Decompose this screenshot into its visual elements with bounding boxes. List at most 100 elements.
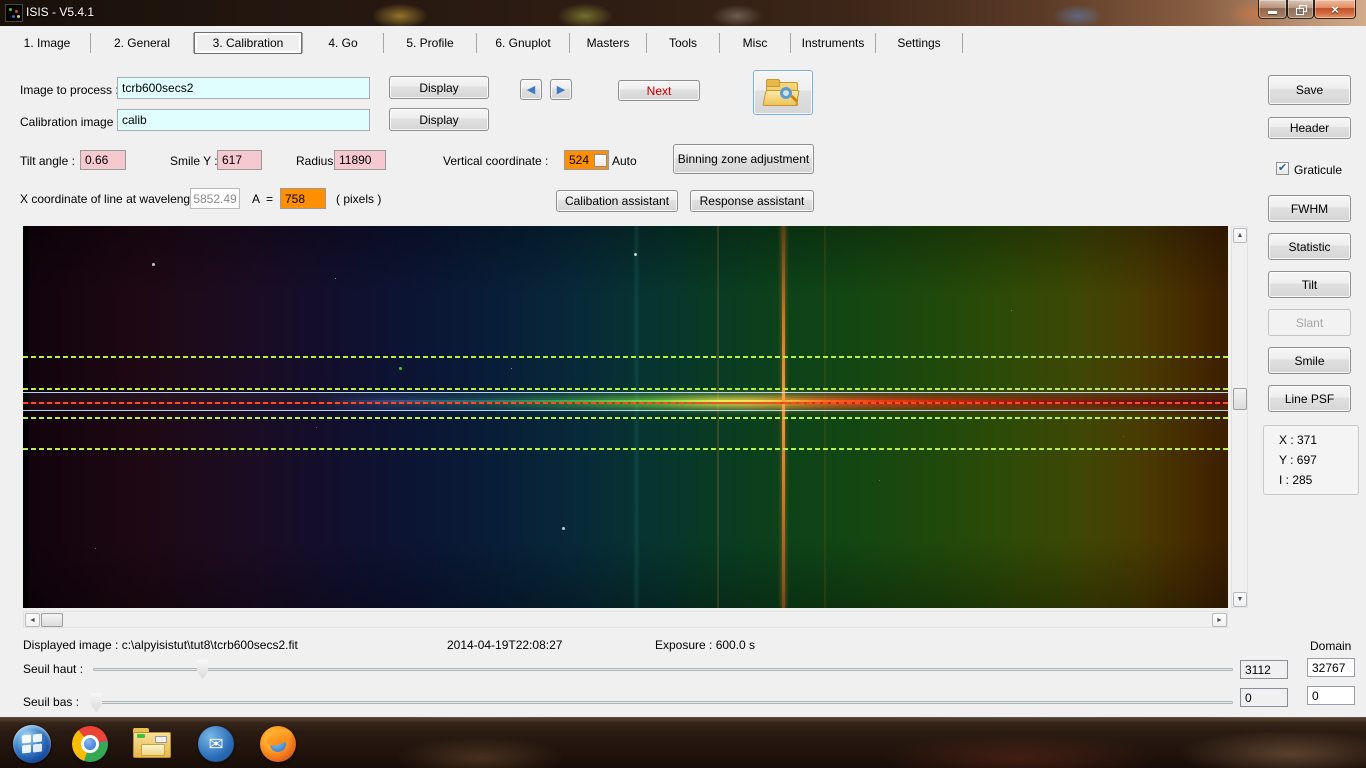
next-button[interactable]: Next	[618, 80, 700, 101]
cursor-readout-panel: X : 371 Y : 697 I : 285	[1263, 425, 1359, 495]
wavelength-value[interactable]: 5852.49	[190, 188, 240, 209]
image-vertical-scrollbar[interactable]: ▲ ▼	[1231, 226, 1248, 608]
auto-checkbox[interactable]	[594, 154, 607, 167]
display-calibration-button[interactable]: Display	[389, 108, 489, 131]
radius-value[interactable]: 11890	[334, 150, 386, 170]
seuil-haut-value: 3112	[1240, 660, 1288, 679]
tilt-button[interactable]: Tilt	[1268, 271, 1351, 298]
chrome-taskbar-icon[interactable]	[70, 724, 110, 764]
display-image-button[interactable]: Display	[389, 76, 489, 99]
graticule-green-line-2	[23, 388, 1228, 390]
domain-max-input[interactable]: 32767	[1307, 658, 1355, 677]
previous-image-button[interactable]: ◀	[520, 79, 542, 100]
next-image-button[interactable]: ▶	[550, 79, 572, 100]
tab-calibration[interactable]: 3. Calibration	[194, 32, 302, 54]
calibration-image-input[interactable]: calib	[117, 109, 370, 131]
seuil-haut-slider-thumb[interactable]	[197, 660, 208, 679]
minimize-button[interactable]	[1258, 0, 1287, 19]
exposure-text: Exposure : 600.0 s	[655, 638, 755, 652]
seuil-bas-label: Seuil bas :	[23, 695, 79, 709]
minimize-icon	[1268, 11, 1277, 14]
image-to-process-label: Image to process :	[20, 83, 119, 97]
binning-zone-adjustment-button[interactable]: Binning zone adjustment	[673, 144, 814, 174]
tab-go[interactable]: 4. Go	[303, 31, 383, 55]
seuil-haut-slider-track[interactable]	[93, 668, 1233, 671]
binning-zone-top-line	[23, 392, 1228, 393]
domain-min-input[interactable]: 0	[1307, 686, 1355, 705]
thunderbird-icon: ✉	[198, 726, 234, 762]
start-button[interactable]	[12, 724, 52, 764]
vertical-scroll-thumb[interactable]	[1233, 388, 1247, 410]
close-icon: ×	[1331, 2, 1339, 17]
tab-settings[interactable]: Settings	[876, 31, 962, 55]
header-button[interactable]: Header	[1268, 117, 1351, 139]
statistic-button[interactable]: Statistic	[1268, 233, 1351, 260]
a-value[interactable]: 758	[280, 188, 326, 209]
arrow-left-icon: ◀	[527, 83, 535, 96]
tab-gnuplot[interactable]: 6. Gnuplot	[477, 31, 569, 55]
firefox-taskbar-icon[interactable]	[258, 724, 298, 764]
close-button[interactable]: ×	[1314, 0, 1356, 19]
window-title: ISIS - V5.4.1	[26, 5, 94, 19]
line-psf-button[interactable]: Line PSF	[1268, 385, 1351, 412]
save-button[interactable]: Save	[1268, 75, 1351, 105]
chrome-icon	[72, 726, 108, 762]
restore-icon	[1296, 5, 1306, 14]
scroll-down-icon: ▼	[1237, 596, 1244, 603]
firefox-icon	[260, 726, 296, 762]
graticule-green-line-1	[23, 356, 1228, 358]
a-equals-label: A =	[252, 192, 273, 206]
scroll-right-button[interactable]: ►	[1212, 613, 1227, 627]
seuil-bas-slider-thumb[interactable]	[91, 693, 102, 712]
arrow-right-icon: ▶	[557, 83, 565, 96]
tab-general[interactable]: 2. General	[91, 31, 193, 55]
tab-misc[interactable]: Misc	[720, 31, 790, 55]
restore-button[interactable]	[1287, 0, 1314, 19]
binning-zone-bottom-line	[23, 410, 1228, 411]
scroll-down-button[interactable]: ▼	[1233, 592, 1247, 607]
smile-y-value[interactable]: 617	[217, 150, 262, 170]
image-to-process-input[interactable]: tcrb600secs2	[117, 77, 370, 99]
seuil-bas-value: 0	[1240, 688, 1288, 707]
scroll-right-icon: ►	[1216, 617, 1223, 624]
seuil-bas-slider-track[interactable]	[93, 701, 1233, 704]
isis-application-window: ISIS - V5.4.1 × 1. Image 2. General 3. C…	[0, 0, 1366, 768]
folder-search-icon	[766, 79, 800, 107]
tab-image[interactable]: 1. Image	[4, 31, 90, 55]
graticule-green-line-3	[23, 417, 1228, 419]
calibration-assistant-button[interactable]: Calibation assistant	[556, 190, 678, 212]
x-coordinate-label: X coordinate of line at wavelength	[20, 192, 200, 206]
folder-icon	[133, 728, 171, 760]
domain-label: Domain	[1310, 639, 1351, 653]
smile-y-label: Smile Y :	[170, 154, 218, 168]
fwhm-button[interactable]: FWHM	[1268, 195, 1351, 222]
explorer-taskbar-icon[interactable]	[132, 724, 172, 764]
spectrum-image[interactable]	[23, 226, 1228, 608]
response-assistant-button[interactable]: Response assistant	[690, 190, 814, 212]
scroll-left-button[interactable]: ◄	[25, 613, 40, 627]
image-horizontal-scrollbar[interactable]: ◄ ►	[23, 611, 1228, 628]
thunderbird-taskbar-icon[interactable]: ✉	[196, 724, 236, 764]
scroll-up-button[interactable]: ▲	[1233, 228, 1247, 243]
seuil-haut-label: Seuil haut :	[23, 662, 83, 676]
tilt-angle-value[interactable]: 0.66	[80, 150, 126, 170]
browse-files-button[interactable]	[753, 70, 813, 115]
envelope-icon: ✉	[208, 734, 223, 755]
tab-profile[interactable]: 5. Profile	[384, 31, 476, 55]
slant-button[interactable]: Slant	[1268, 309, 1351, 336]
pixels-label: ( pixels )	[336, 192, 381, 206]
graticule-label: Graticule	[1294, 163, 1342, 177]
horizontal-scroll-thumb[interactable]	[41, 613, 63, 627]
scroll-up-icon: ▲	[1237, 232, 1244, 239]
graticule-green-line-4	[23, 448, 1228, 450]
tab-instruments[interactable]: Instruments	[791, 31, 875, 55]
cursor-intensity-value: I : 285	[1279, 473, 1312, 487]
windows-logo-icon	[13, 725, 51, 763]
binning-zone-band	[23, 392, 1228, 410]
graticule-checkbox[interactable]: ✔	[1276, 162, 1289, 175]
scroll-left-icon: ◄	[29, 617, 36, 624]
tab-tools[interactable]: Tools	[647, 31, 719, 55]
tilt-angle-label: Tilt angle :	[20, 154, 75, 168]
tab-masters[interactable]: Masters	[570, 31, 646, 55]
smile-button[interactable]: Smile	[1268, 347, 1351, 374]
